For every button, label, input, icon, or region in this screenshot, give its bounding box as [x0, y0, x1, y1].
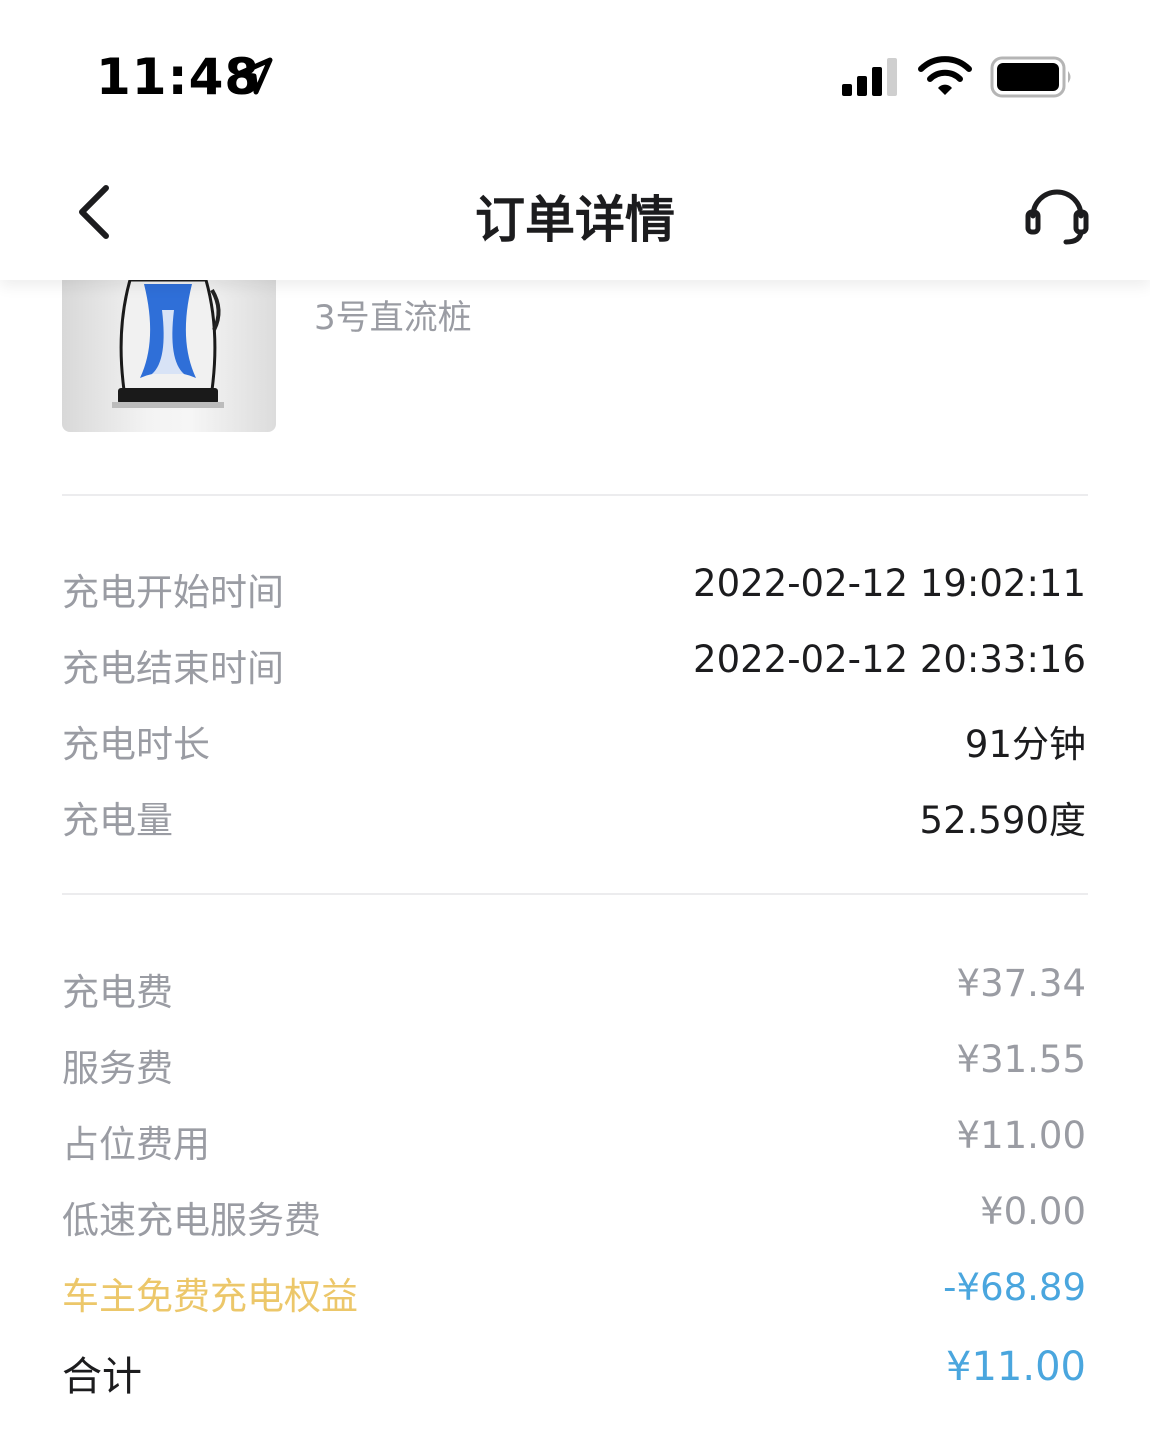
nav-bar: 订单详情: [0, 150, 1150, 280]
fee-row-occupancy: 占位费用 ¥11.00: [62, 1114, 1086, 1166]
total-label: 合计: [62, 1354, 142, 1400]
info-row-energy: 充电量 52.590度: [62, 790, 1086, 842]
fee-value: ¥37.34: [956, 962, 1086, 1005]
info-row-end-time: 充电结束时间 2022-02-12 20:33:16: [62, 638, 1086, 690]
total-row: 合计 ¥11.00: [62, 1344, 1086, 1400]
cellular-signal-icon: [842, 58, 897, 96]
divider: [62, 893, 1088, 895]
charger-name: 3号直流桩: [314, 298, 472, 338]
fee-row-charging: 充电费 ¥37.34: [62, 962, 1086, 1014]
info-label: 充电时长: [62, 723, 210, 766]
fee-value: ¥11.00: [956, 1114, 1086, 1157]
battery-icon: [990, 56, 1071, 98]
total-value: ¥11.00: [946, 1344, 1086, 1390]
info-row-start-time: 充电开始时间 2022-02-12 19:02:11: [62, 562, 1086, 614]
location-arrow-icon: [235, 57, 273, 95]
fee-label: 占位费用: [62, 1123, 210, 1166]
fee-label: 充电费: [62, 971, 173, 1014]
info-label: 充电开始时间: [62, 571, 284, 614]
headset-icon: [1025, 189, 1089, 245]
info-row-duration: 充电时长 91分钟: [62, 714, 1086, 766]
charging-pile-illustration: [112, 278, 224, 408]
benefit-label: 车主免费充电权益: [62, 1275, 358, 1318]
customer-service-button[interactable]: [1022, 186, 1092, 246]
page-title: 订单详情: [475, 191, 675, 249]
info-value: 2022-02-12 20:33:16: [693, 638, 1086, 681]
info-value: 91分钟: [964, 723, 1086, 766]
info-value: 2022-02-12 19:02:11: [693, 562, 1086, 605]
wifi-icon: [918, 56, 972, 95]
fee-label: 低速充电服务费: [62, 1199, 321, 1242]
benefit-value: -¥68.89: [943, 1266, 1086, 1309]
fee-row-low-speed: 低速充电服务费 ¥0.00: [62, 1190, 1086, 1242]
benefit-row: 车主免费充电权益 -¥68.89: [62, 1266, 1086, 1318]
charger-image: [62, 270, 276, 432]
status-bar: 11:48: [0, 0, 1150, 150]
fee-value: ¥0.00: [980, 1190, 1086, 1233]
fee-row-service: 服务费 ¥31.55: [62, 1038, 1086, 1090]
fee-label: 服务费: [62, 1047, 173, 1090]
info-label: 充电结束时间: [62, 647, 284, 690]
divider: [62, 494, 1088, 496]
info-label: 充电量: [62, 799, 173, 842]
fee-value: ¥31.55: [956, 1038, 1086, 1081]
info-value: 52.590度: [919, 799, 1086, 842]
